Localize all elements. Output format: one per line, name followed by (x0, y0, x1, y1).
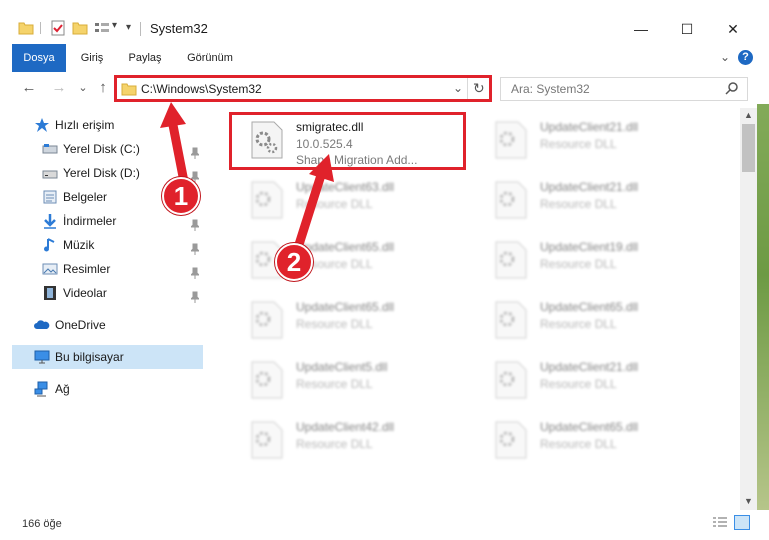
details-view-icon[interactable] (712, 516, 728, 533)
arrow-2 (291, 154, 334, 259)
step-badge-2: 2 (275, 243, 313, 281)
item-count: 166 öğe (22, 518, 62, 530)
large-icons-view-icon[interactable] (734, 515, 750, 530)
annotation-arrows (160, 102, 334, 259)
status-bar: 166 öğe (0, 510, 769, 540)
step-badge-1: 1 (162, 177, 200, 215)
